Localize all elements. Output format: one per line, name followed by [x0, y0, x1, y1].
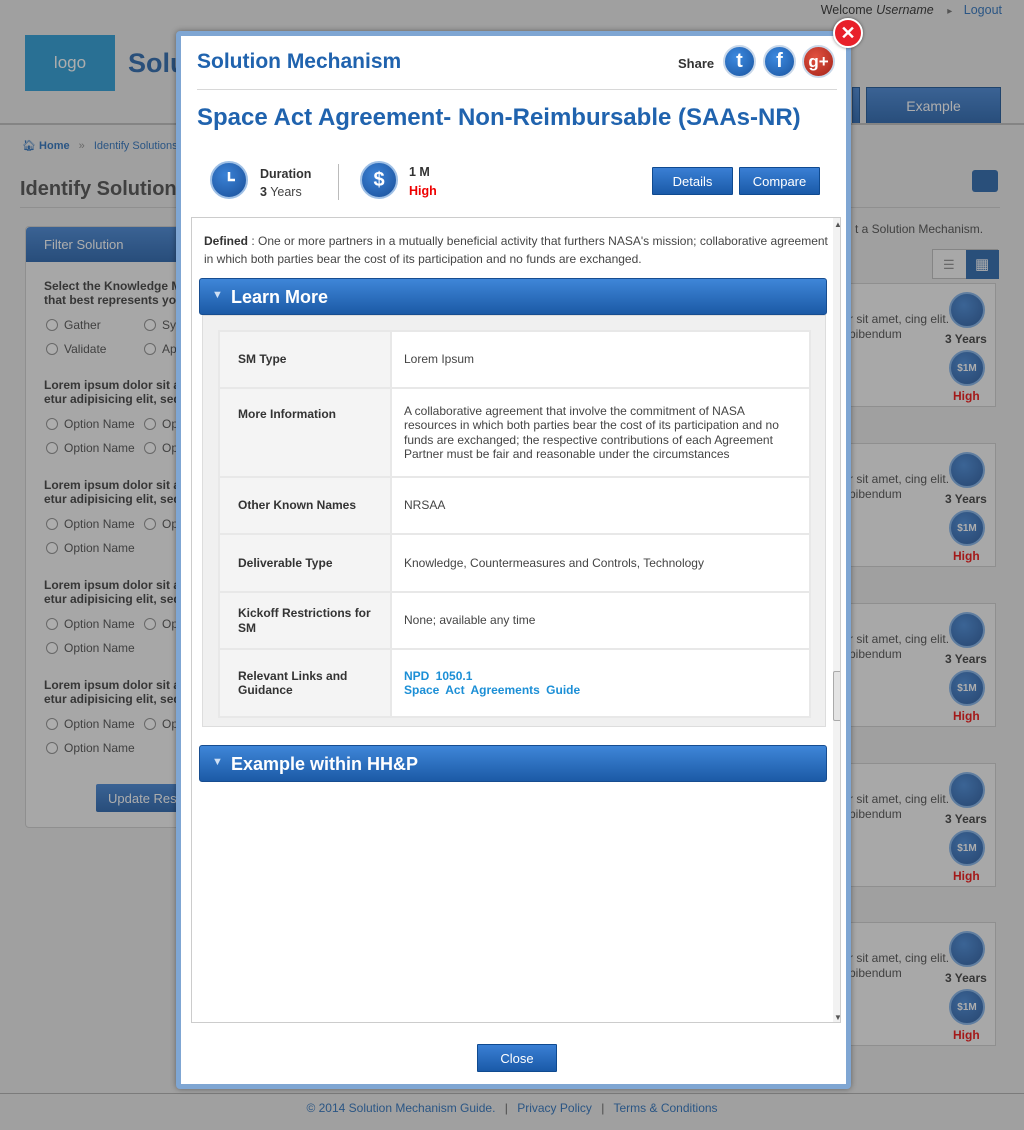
learn-more-body: SM Type Lorem Ipsum More Information A c… [202, 315, 826, 727]
example-table: Type SAAM # Partner Title Technology 143… [217, 796, 813, 1022]
stat-divider [338, 164, 339, 200]
table-header: Type SAAM # Partner Title [217, 796, 813, 834]
table-row: Technology 14301 Nike Nike TACTICAL Even… [217, 832, 813, 897]
google-plus-icon[interactable]: g+ [802, 45, 835, 78]
modal-heading: Solution Mechanism [197, 50, 402, 73]
saa-guide-link[interactable]: Space Act Agreements Guide [404, 683, 797, 698]
example-header[interactable]: ▼ Example within HH&P [199, 745, 827, 782]
learn-more-header[interactable]: ▼ Learn More [199, 278, 827, 315]
info-value: None; available any time [390, 591, 811, 650]
solution-modal: Solution Mechanism Share t f g+ Space Ac… [176, 31, 851, 1089]
info-key: Other Known Names [218, 476, 392, 535]
info-value: Lorem Ipsum [390, 330, 811, 389]
table-cell: Technology [217, 832, 313, 897]
column-header[interactable]: Partner [405, 796, 582, 834]
table-row: Other Known Names NRSAA [218, 476, 811, 535]
share-label: Share [678, 56, 715, 71]
table-cell: Medical [217, 960, 313, 1022]
close-button[interactable]: Close [477, 1044, 557, 1072]
twitter-icon[interactable]: t [723, 45, 756, 78]
dollar-icon: $ [360, 161, 398, 199]
info-table: SM Type Lorem Ipsum More Information A c… [218, 330, 811, 718]
facebook-icon[interactable]: f [763, 45, 796, 78]
table-row: Relevant Links and Guidance NPD 1050.1 S… [218, 648, 811, 718]
scrollbar[interactable]: ▲ ▼ [833, 218, 840, 1022]
table-row: Kickoff Restrictions for SM None; availa… [218, 591, 811, 650]
table-row: More Information A collaborative agreeme… [218, 387, 811, 478]
table-cell: Nike TACTICAL Event and Showcase [580, 832, 813, 897]
info-key: Deliverable Type [218, 533, 392, 593]
table-cell: Retina Studies in a Rat Hindlimb Suspens… [580, 896, 813, 961]
cost-level: High [409, 184, 437, 198]
column-header[interactable]: Title [580, 796, 813, 834]
info-value: Knowledge, Countermeasures and Controls,… [390, 533, 811, 593]
info-key: Relevant Links and Guidance [218, 648, 392, 718]
duration-value: 3 Years [260, 185, 302, 199]
table-cell: Orthopedic Surgery Sports Medicine Progr… [580, 960, 813, 1022]
modal-scroll-area[interactable]: Defined : One or more partners in a mutu… [191, 217, 841, 1023]
info-value: NRSAA [390, 476, 811, 535]
info-value: NPD 1050.1 Space Act Agreements Guide [390, 648, 811, 718]
duration-label: Duration [260, 167, 312, 181]
table-row: SM Type Lorem Ipsum [218, 330, 811, 389]
example-body: Type SAAM # Partner Title Technology 143… [202, 745, 826, 1022]
solution-title: Space Act Agreement- Non-Reimbursable (S… [197, 104, 801, 131]
column-header[interactable]: SAAM # [311, 796, 407, 834]
scroll-down-icon[interactable]: ▼ [834, 1013, 840, 1022]
table-cell: Nike [405, 832, 582, 897]
table-row: Medical 10975 The Metodhist Hospital Ort… [217, 960, 813, 1022]
table-cell: West Virginia University School Of Medic… [405, 896, 582, 961]
info-key: More Information [218, 387, 392, 478]
definition-text: Defined : One or more partners in a mutu… [204, 234, 828, 266]
scroll-up-icon[interactable]: ▲ [834, 220, 840, 229]
compare-button[interactable]: Compare [739, 167, 820, 195]
table-row: Research 9347 West Virginia University S… [217, 896, 813, 961]
chevron-down-icon: ▼ [212, 289, 223, 301]
table-cell: 9347 [311, 896, 407, 961]
cost-value: 1 M [409, 165, 430, 179]
table-cell: 14301 [311, 832, 407, 897]
scrollbar-thumb[interactable] [833, 671, 840, 721]
table-cell: 10975 [311, 960, 407, 1022]
details-button[interactable]: Details [652, 167, 733, 195]
npd-link[interactable]: NPD 1050.1 [404, 669, 797, 684]
info-value: A collaborative agreement that involve t… [390, 387, 811, 478]
table-cell: The Metodhist Hospital [405, 960, 582, 1022]
close-icon[interactable]: ✕ [833, 18, 863, 48]
clock-icon [210, 161, 248, 199]
header-divider [197, 89, 837, 90]
column-header[interactable]: Type [217, 796, 313, 834]
chevron-down-icon: ▼ [212, 756, 223, 768]
table-row: Deliverable Type Knowledge, Countermeasu… [218, 533, 811, 593]
info-key: Kickoff Restrictions for SM [218, 591, 392, 650]
table-cell: Research [217, 896, 313, 961]
info-key: SM Type [218, 330, 392, 389]
